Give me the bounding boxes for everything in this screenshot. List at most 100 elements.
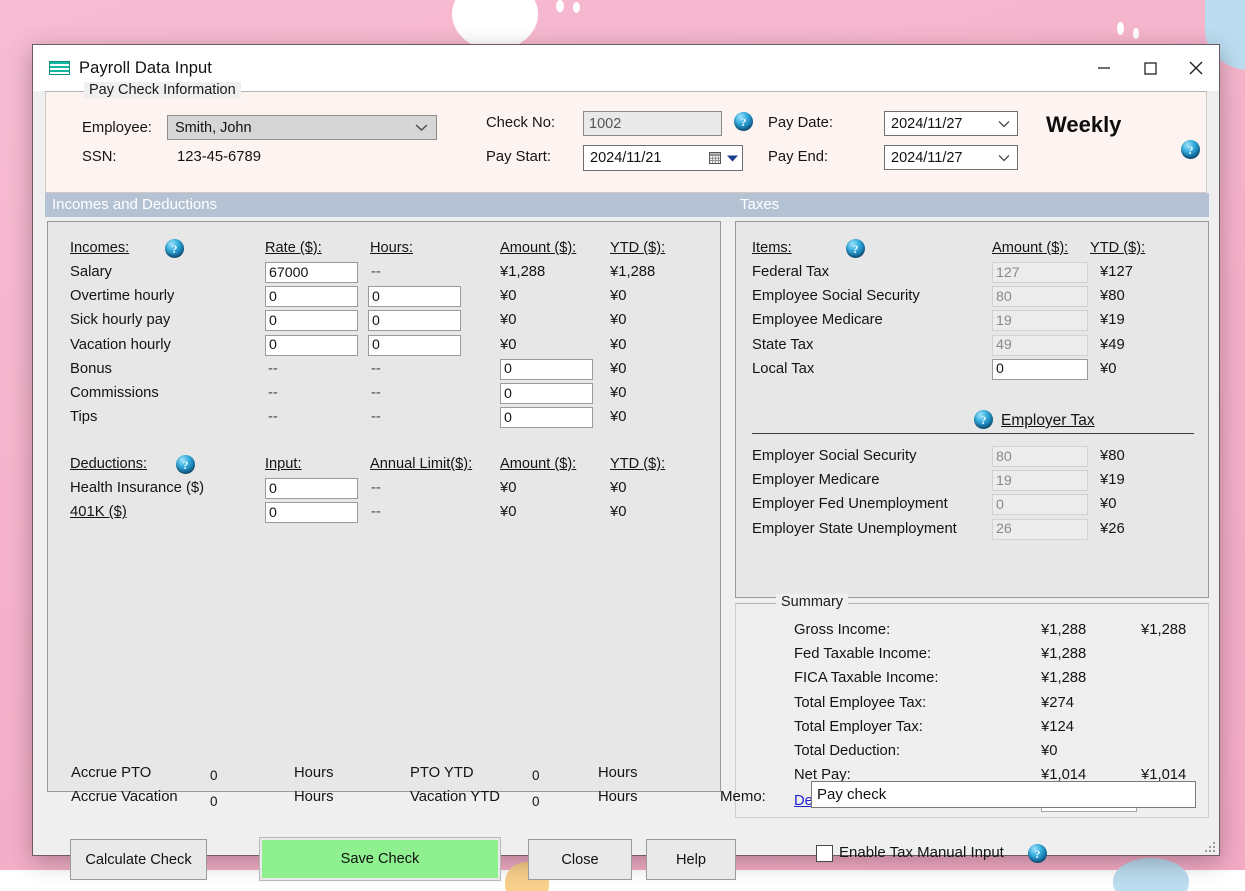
save-check-button[interactable]: Save Check	[259, 837, 501, 881]
payroll-data-input-window: Payroll Data Input Pay Check Information…	[32, 44, 1220, 881]
summary-row-label: Gross Income:	[794, 622, 891, 638]
incomes-header: Incomes:	[70, 240, 130, 256]
deduction-input[interactable]: 0	[265, 478, 358, 499]
tax-row-label: State Tax	[752, 336, 814, 353]
tax-items-header: Items:	[752, 240, 792, 256]
summary-amount: ¥124	[1041, 718, 1074, 735]
pto-ytd-label: PTO YTD	[410, 765, 474, 781]
vacation-ytd-unit: Hours	[598, 789, 638, 805]
employer-tax-ytd: ¥0	[1100, 496, 1117, 513]
employer-tax-row-label: Employer Social Security	[752, 448, 917, 464]
tax-ytd: ¥19	[1100, 312, 1125, 329]
column-input: Input:	[265, 456, 302, 472]
accrue-vacation-label: Accrue Vacation	[71, 789, 178, 805]
chevron-down-icon	[998, 116, 1010, 132]
taxes-section-bar: Taxes	[733, 193, 1209, 217]
income-ytd: ¥1,288	[610, 264, 656, 280]
income-rate-input[interactable]: 0	[265, 310, 358, 332]
income-rate-dash: --	[268, 409, 278, 426]
income-ytd: ¥0	[610, 385, 627, 401]
tax-amount-input: 127	[992, 262, 1088, 283]
pay-date-select[interactable]: 2024/11/27	[884, 111, 1018, 136]
pay-date-value: 2024/11/27	[891, 115, 963, 132]
income-rate-dash: --	[268, 385, 278, 401]
check-no-help-icon[interactable]: ?	[734, 112, 753, 131]
employer-tax-help-icon[interactable]: ?	[974, 410, 993, 429]
tax-amount-input: 49	[992, 334, 1088, 356]
column-rate: Rate ($):	[265, 240, 322, 256]
deductions-help-icon[interactable]: ?	[176, 455, 195, 474]
income-rate-input[interactable]: 0	[265, 334, 358, 356]
summary-amount: ¥1,288	[1041, 622, 1087, 638]
employer-tax-amount-input: 19	[992, 470, 1088, 492]
employee-select[interactable]: Smith, John	[167, 115, 437, 140]
wallpaper-dot-2	[573, 2, 580, 13]
incomes-help-icon[interactable]: ?	[165, 239, 184, 258]
income-hours-dash: --	[371, 385, 381, 401]
close-button[interactable]: Close	[528, 839, 632, 880]
frequency-help-icon[interactable]: ?	[1181, 140, 1200, 159]
income-amount: ¥1,288	[500, 264, 546, 280]
income-row-label: Salary	[70, 264, 112, 280]
income-hours-input[interactable]: 0	[368, 310, 461, 332]
calendar-icon[interactable]	[708, 150, 738, 166]
deduction-input[interactable]: 0	[265, 502, 358, 524]
pay-date-label: Pay Date:	[768, 115, 833, 131]
income-rate-input[interactable]: 0	[265, 286, 358, 308]
pay-end-select[interactable]: 2024/11/27	[884, 145, 1018, 170]
taxes-help-icon[interactable]: ?	[846, 239, 865, 258]
column-ytd: YTD ($):	[610, 240, 666, 256]
check-no-value: 1002	[589, 115, 622, 132]
income-rate-input[interactable]: 67000	[265, 262, 358, 283]
income-amount-input[interactable]: 0	[500, 407, 593, 429]
column-annual-limit: Annual Limit($):	[370, 456, 473, 472]
close-icon[interactable]	[1173, 45, 1219, 91]
income-ytd: ¥0	[610, 409, 627, 426]
income-amount-input[interactable]: 0	[500, 358, 593, 380]
summary-row-label: Total Employer Tax:	[794, 718, 923, 735]
incomes-deductions-panel: Incomes: ? Rate ($): Hours: Amount ($): …	[47, 221, 721, 792]
calendar-dropdown-arrow-icon	[727, 155, 738, 162]
window-title: Payroll Data Input	[79, 58, 212, 77]
tax-amount-input[interactable]: 0	[992, 358, 1088, 380]
minimize-icon[interactable]	[1081, 45, 1127, 91]
calculate-check-button[interactable]: Calculate Check	[70, 839, 207, 880]
pay-start-value: 2024/11/21	[590, 150, 662, 166]
help-label: Help	[675, 851, 706, 868]
column-amount: Amount ($):	[500, 240, 577, 256]
manual-tax-help-icon[interactable]: ?	[1028, 844, 1047, 863]
income-row-label: Bonus	[70, 360, 112, 377]
calculate-check-label: Calculate Check	[85, 851, 192, 868]
paycheck-information-group: Pay Check Information Employee: Smith, J…	[45, 82, 1207, 193]
summary-ytd: ¥1,288	[1141, 622, 1187, 638]
income-row-label: Vacation hourly	[70, 336, 171, 353]
income-ytd: ¥0	[610, 312, 627, 329]
resize-grip[interactable]	[1203, 840, 1215, 852]
pay-end-label: Pay End:	[768, 149, 829, 165]
accrue-pto-label: Accrue PTO	[71, 765, 152, 781]
deduction-row-label: Health Insurance ($)	[70, 480, 205, 496]
income-hours-input[interactable]: 0	[368, 286, 461, 308]
deduction-amount: ¥0	[500, 504, 517, 521]
check-no-field[interactable]: 1002	[583, 111, 722, 136]
tax-row-label: Local Tax	[752, 360, 815, 377]
income-amount-input[interactable]: 0	[500, 383, 593, 404]
help-button[interactable]: Help	[646, 839, 736, 880]
ssn-label: SSN:	[82, 149, 117, 165]
employer-tax-ytd: ¥19	[1100, 472, 1125, 489]
memo-input[interactable]: Pay check	[811, 781, 1196, 808]
employer-tax-ytd: ¥26	[1100, 520, 1125, 537]
income-hours-input[interactable]: 0	[368, 334, 461, 356]
enable-tax-manual-input-checkbox[interactable]	[816, 845, 833, 862]
column-deduction-amount: Amount ($):	[500, 456, 577, 472]
income-amount: ¥0	[500, 312, 517, 329]
deduction-row-label[interactable]: 401K ($)	[70, 504, 127, 520]
form-body: Pay Check Information Employee: Smith, J…	[33, 82, 1219, 881]
tax-ytd: ¥127	[1100, 264, 1133, 280]
maximize-icon[interactable]	[1127, 45, 1173, 91]
pay-start-datepicker[interactable]: 2024/11/21	[583, 145, 743, 171]
pto-ytd-unit: Hours	[598, 765, 638, 781]
check-no-label: Check No:	[486, 115, 556, 131]
tax-amount-input: 80	[992, 286, 1088, 308]
pay-frequency-label: Weekly	[1046, 112, 1122, 137]
